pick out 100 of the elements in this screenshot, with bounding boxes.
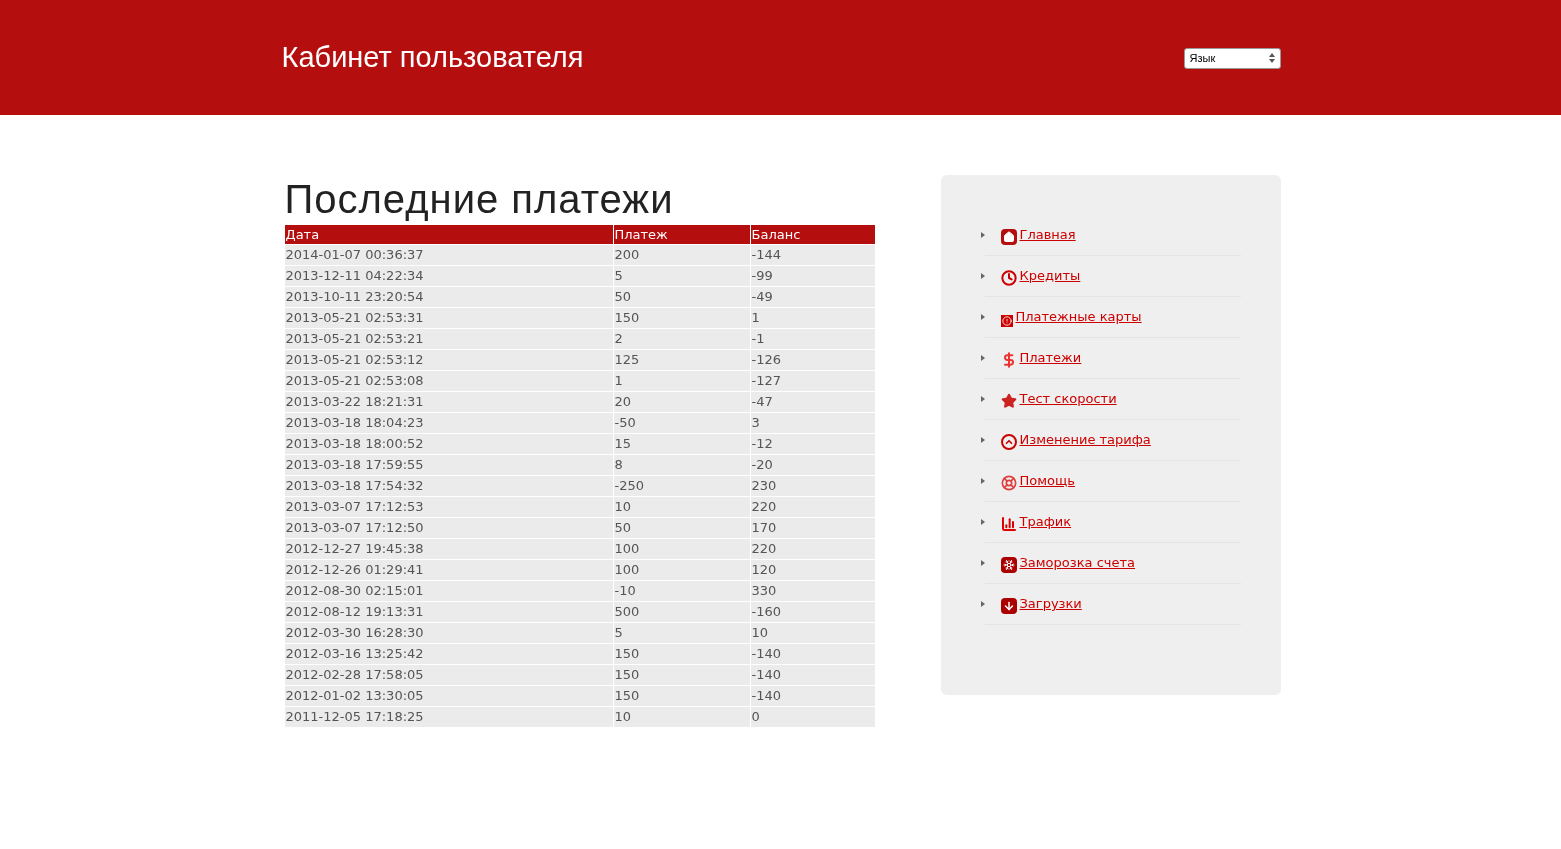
table-cell: 2012-08-12 19:13:31 xyxy=(284,602,613,622)
table-cell: 3 xyxy=(750,413,875,433)
table-cell: -1 xyxy=(750,329,875,349)
table-cell: -250 xyxy=(613,476,750,496)
table-cell: -50 xyxy=(613,413,750,433)
table-cell: 150 xyxy=(613,308,750,328)
table-cell: -140 xyxy=(750,686,875,706)
table-cell: -12 xyxy=(750,434,875,454)
language-select[interactable]: Язык xyxy=(1183,47,1281,69)
table-cell: 10 xyxy=(750,623,875,643)
table-cell: 5 xyxy=(613,623,750,643)
table-cell: 15 xyxy=(613,434,750,454)
table-cell: -20 xyxy=(750,455,875,475)
bullet-icon xyxy=(980,273,985,279)
table-cell: 2 xyxy=(613,329,750,349)
table-cell: -99 xyxy=(750,266,875,286)
clock-icon xyxy=(1000,269,1017,286)
column-header: Баланс xyxy=(750,225,875,244)
table-cell: 2013-03-18 18:00:52 xyxy=(284,434,613,454)
table-cell: 50 xyxy=(613,518,750,538)
table-cell: 170 xyxy=(750,518,875,538)
table-cell: -127 xyxy=(750,371,875,391)
table-cell: 2013-05-21 02:53:21 xyxy=(284,329,613,349)
table-cell: -10 xyxy=(613,581,750,601)
bullet-icon xyxy=(980,396,985,402)
bullet-icon xyxy=(980,519,985,525)
table-cell: 2013-05-21 02:53:08 xyxy=(284,371,613,391)
table-cell: 2012-01-02 13:30:05 xyxy=(284,686,613,706)
star-icon xyxy=(1000,392,1017,409)
table-cell: 2014-01-07 00:36:37 xyxy=(284,245,613,265)
table-cell: 2013-03-07 17:12:53 xyxy=(284,497,613,517)
table-cell: 50 xyxy=(613,287,750,307)
table-cell: 220 xyxy=(750,539,875,559)
download-icon xyxy=(1000,597,1017,614)
snowflake-icon xyxy=(1000,556,1017,573)
table-cell: 500 xyxy=(613,602,750,622)
menu-link[interactable]: Загрузки xyxy=(1000,594,1082,614)
lifebuoy-icon xyxy=(1000,474,1017,491)
table-cell: 2012-12-26 01:29:41 xyxy=(284,560,613,580)
table-cell: 10 xyxy=(613,707,750,727)
table-cell: 100 xyxy=(613,560,750,580)
menu-link[interactable]: Изменение тарифа xyxy=(1000,430,1151,450)
table-cell: 2012-03-30 16:28:30 xyxy=(284,623,613,643)
table-cell: 330 xyxy=(750,581,875,601)
table-cell: 150 xyxy=(613,644,750,664)
table-cell: 2011-12-05 17:18:25 xyxy=(284,707,613,727)
page-heading: Последние платежи xyxy=(284,176,675,223)
table-cell: 5 xyxy=(613,266,750,286)
table-cell: 2012-08-30 02:15:01 xyxy=(284,581,613,601)
menu-link[interactable]: Заморозка счета xyxy=(1000,553,1135,573)
table-cell: 2012-12-27 19:45:38 xyxy=(284,539,613,559)
table-cell: 2013-10-11 23:20:54 xyxy=(284,287,613,307)
bullet-icon xyxy=(980,478,985,484)
table-cell: 2012-03-16 13:25:42 xyxy=(284,644,613,664)
menu-link[interactable]: Помощь xyxy=(1000,471,1075,491)
table-cell: 2013-12-11 04:22:34 xyxy=(284,266,613,286)
table-cell: 220 xyxy=(750,497,875,517)
table-cell: 2013-03-18 17:59:55 xyxy=(284,455,613,475)
table-cell: 2013-03-22 18:21:31 xyxy=(284,392,613,412)
house-icon xyxy=(1000,228,1017,245)
table-cell: 2013-05-21 02:53:31 xyxy=(284,308,613,328)
bullet-icon xyxy=(980,355,985,361)
table-cell: 200 xyxy=(613,245,750,265)
bullet-icon xyxy=(980,314,985,320)
table-cell: 2013-03-07 17:12:50 xyxy=(284,518,613,538)
table-cell: 1 xyxy=(613,371,750,391)
table-cell: 125 xyxy=(613,350,750,370)
table-cell: 0 xyxy=(750,707,875,727)
table-cell: -160 xyxy=(750,602,875,622)
bullet-icon xyxy=(980,437,985,443)
table-cell: -144 xyxy=(750,245,875,265)
menu-link[interactable]: Тест скорости xyxy=(1000,389,1117,409)
spinner-arrows-icon xyxy=(1268,52,1275,65)
menu-link[interactable]: Кредиты xyxy=(1000,266,1081,286)
site-title: Кабинет пользователя xyxy=(281,40,584,75)
table-cell: 20 xyxy=(613,392,750,412)
table-cell: 150 xyxy=(613,665,750,685)
menu-link[interactable]: Трафик xyxy=(1000,512,1072,532)
table-cell: 230 xyxy=(750,476,875,496)
column-header: Платеж xyxy=(613,225,750,244)
menu-link[interactable]: Главная xyxy=(1000,225,1076,245)
table-cell: 2013-03-18 18:04:23 xyxy=(284,413,613,433)
menu-link[interactable]: Платежные карты xyxy=(1000,307,1142,327)
table-cell: -49 xyxy=(750,287,875,307)
table-cell: -126 xyxy=(750,350,875,370)
table-cell: 100 xyxy=(613,539,750,559)
bullet-icon xyxy=(980,560,985,566)
bar-chart-icon xyxy=(1000,515,1017,532)
table-cell: 1 xyxy=(750,308,875,328)
menu-link[interactable]: Платежи xyxy=(1000,348,1082,368)
table-cell: 120 xyxy=(750,560,875,580)
table-cell: 10 xyxy=(613,497,750,517)
bullet-icon xyxy=(980,232,985,238)
column-header: Дата xyxy=(284,225,613,244)
table-cell: 2012-02-28 17:58:05 xyxy=(284,665,613,685)
table-cell: -140 xyxy=(750,644,875,664)
bullet-icon xyxy=(980,601,985,607)
table-cell: 8 xyxy=(613,455,750,475)
table-cell: 2013-03-18 17:54:32 xyxy=(284,476,613,496)
table-cell: -47 xyxy=(750,392,875,412)
